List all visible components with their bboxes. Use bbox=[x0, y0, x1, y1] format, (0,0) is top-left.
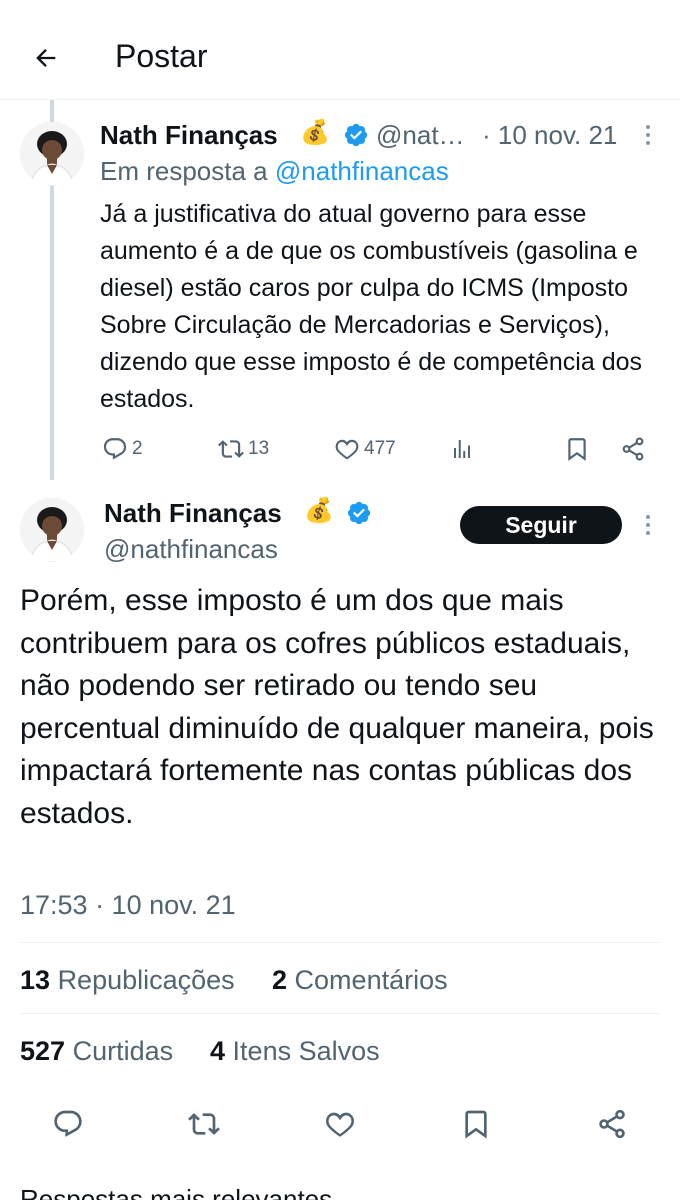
reply-button[interactable] bbox=[48, 1104, 88, 1144]
heart-icon bbox=[324, 1108, 356, 1140]
parent-reply-button[interactable]: 2 bbox=[102, 436, 143, 462]
parent-views-button[interactable] bbox=[450, 436, 474, 462]
parent-bookmark-button[interactable] bbox=[564, 436, 590, 462]
saves-count: 4 bbox=[210, 1036, 226, 1066]
reply-mention-link[interactable]: @nathfinancas bbox=[275, 156, 449, 186]
replies-sort-dropdown[interactable]: Respostas mais relevantes ⌄ bbox=[20, 1184, 361, 1200]
main-post-avatar[interactable] bbox=[20, 498, 84, 562]
money-bag-emoji: 💰 bbox=[304, 497, 334, 524]
like-button[interactable] bbox=[320, 1104, 360, 1144]
top-bar: Postar bbox=[0, 0, 680, 100]
parent-post-text: Já a justificativa do atual governo para… bbox=[100, 200, 643, 413]
share-icon bbox=[596, 1108, 628, 1140]
main-author-handle[interactable]: @nathfinancas bbox=[104, 534, 278, 565]
parent-reply-count: 2 bbox=[132, 438, 143, 459]
saves-stat[interactable]: 4 Itens Salvos bbox=[210, 1036, 380, 1067]
share-icon bbox=[620, 436, 646, 462]
parent-author-name[interactable]: Nath Finanças bbox=[100, 120, 278, 151]
back-button[interactable] bbox=[22, 34, 70, 82]
parent-post-date[interactable]: · 10 nov. 21 bbox=[482, 120, 617, 151]
share-button[interactable] bbox=[592, 1104, 632, 1144]
parent-like-button[interactable]: 477 bbox=[334, 436, 396, 462]
reply-icon bbox=[52, 1108, 84, 1140]
reply-icon bbox=[102, 436, 128, 462]
main-more-options-icon[interactable] bbox=[638, 510, 658, 540]
repost-button[interactable] bbox=[184, 1104, 224, 1144]
main-post-text: Porém, esse imposto é um dos que mais co… bbox=[20, 584, 654, 830]
bar-chart-icon bbox=[450, 436, 474, 462]
repost-icon bbox=[188, 1108, 220, 1140]
parent-like-count: 477 bbox=[364, 438, 396, 459]
bookmark-icon bbox=[460, 1108, 492, 1140]
parent-more-options-icon[interactable] bbox=[638, 120, 658, 150]
parent-author-handle[interactable]: @nat… bbox=[376, 120, 465, 151]
page-title: Postar bbox=[115, 38, 208, 74]
parent-repost-button[interactable]: 13 bbox=[218, 436, 269, 462]
main-author-name[interactable]: Nath Finanças bbox=[104, 498, 282, 529]
comments-count: 2 bbox=[272, 965, 288, 995]
saves-label: Itens Salvos bbox=[232, 1036, 380, 1066]
reposts-label: Republicações bbox=[57, 965, 235, 995]
reposts-count: 13 bbox=[20, 965, 51, 995]
heart-icon bbox=[334, 436, 360, 462]
verified-badge-icon bbox=[346, 500, 372, 526]
comments-stat[interactable]: 2 Comentários bbox=[272, 965, 448, 996]
reposts-stat[interactable]: 13 Republicações bbox=[20, 965, 235, 996]
parent-post-avatar[interactable] bbox=[20, 122, 84, 186]
follow-button[interactable]: Seguir bbox=[460, 506, 622, 544]
divider bbox=[20, 942, 660, 943]
verified-badge-icon bbox=[343, 122, 369, 148]
comments-label: Comentários bbox=[294, 965, 448, 995]
post-timestamp[interactable]: 17:53 · 10 nov. 21 bbox=[20, 890, 236, 921]
parent-share-button[interactable] bbox=[620, 436, 646, 462]
bookmark-icon bbox=[564, 436, 590, 462]
bookmark-button[interactable] bbox=[456, 1104, 496, 1144]
likes-label: Curtidas bbox=[72, 1036, 174, 1066]
likes-stat[interactable]: 527 Curtidas bbox=[20, 1036, 173, 1067]
likes-count: 527 bbox=[20, 1036, 66, 1066]
divider bbox=[20, 1013, 660, 1014]
arrow-left-icon bbox=[32, 44, 60, 72]
repost-icon bbox=[218, 436, 244, 462]
parent-repost-count: 13 bbox=[248, 438, 270, 459]
reply-context: Em resposta a @nathfinancas bbox=[100, 156, 449, 187]
money-bag-emoji: 💰 bbox=[300, 119, 330, 146]
reply-prefix: Em resposta a bbox=[100, 156, 268, 186]
